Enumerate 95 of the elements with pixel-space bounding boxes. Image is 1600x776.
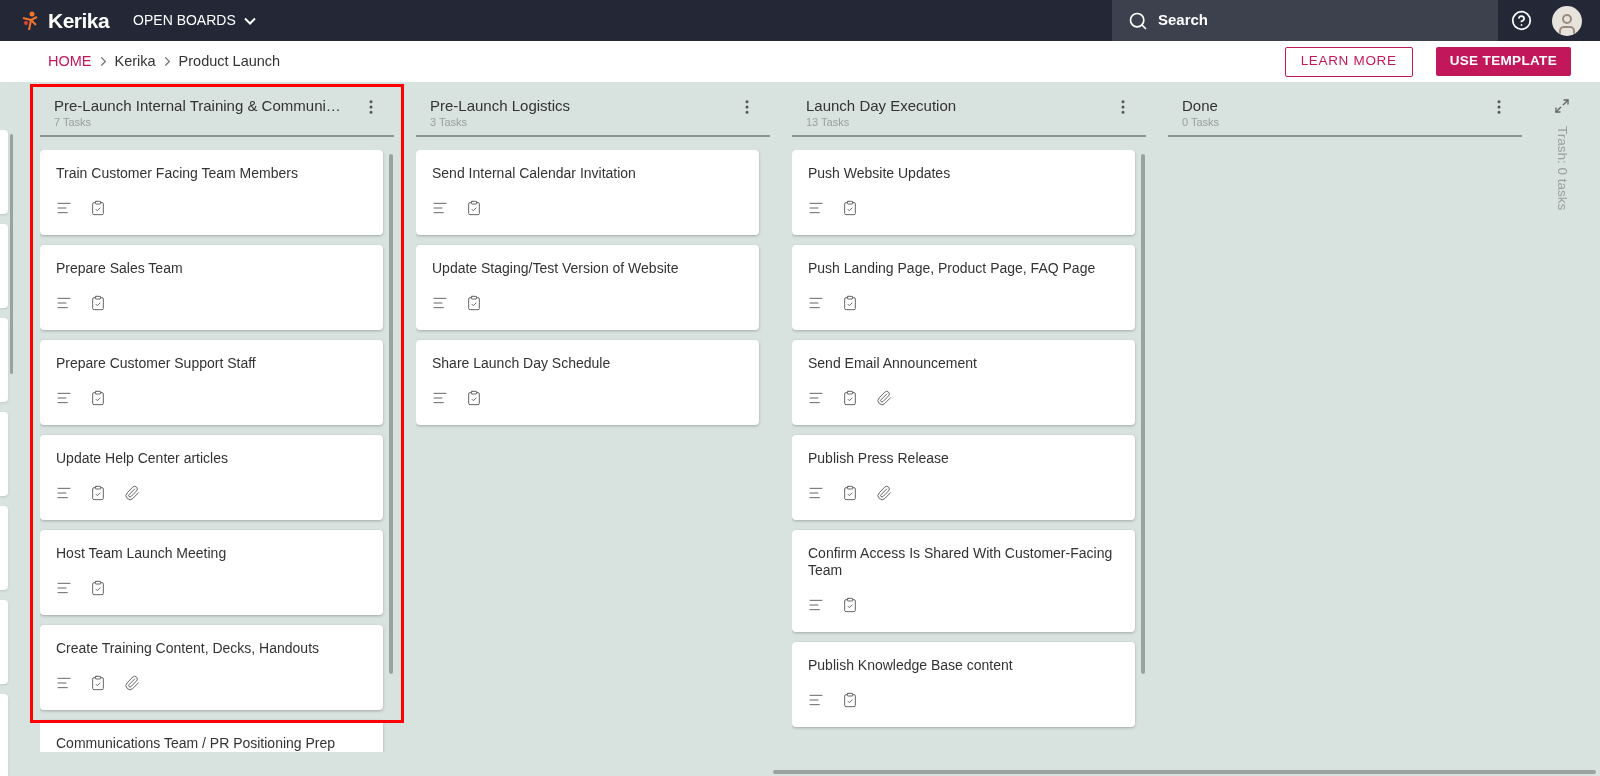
task-card[interactable]: Push Website Updates bbox=[792, 150, 1135, 235]
checklist-icon bbox=[90, 675, 106, 691]
task-title: Publish Press Release bbox=[808, 450, 950, 467]
column-title: Done bbox=[1182, 96, 1219, 116]
task-card[interactable]: Send Email Announcement bbox=[792, 340, 1135, 425]
task-card[interactable]: Prepare Sales Team bbox=[40, 245, 383, 330]
checklist-icon bbox=[842, 485, 858, 501]
description-icon bbox=[808, 485, 824, 501]
task-card[interactable] bbox=[0, 318, 8, 402]
task-card[interactable] bbox=[0, 600, 8, 684]
logo-icon bbox=[20, 9, 40, 32]
task-title: Publish Knowledge Base content bbox=[808, 657, 1014, 674]
description-icon bbox=[808, 295, 824, 311]
checklist-icon bbox=[90, 485, 106, 501]
checklist-icon bbox=[842, 200, 858, 216]
column-title: Pre-Launch Logistics bbox=[430, 96, 571, 116]
task-count: 7 Tasks bbox=[54, 116, 93, 129]
checklist-icon bbox=[842, 597, 858, 613]
task-card[interactable]: Update Staging/Test Version of Website bbox=[416, 245, 759, 330]
task-card[interactable] bbox=[0, 506, 8, 590]
checklist-icon bbox=[842, 295, 858, 311]
task-title: Push Website Updates bbox=[808, 165, 952, 182]
horizontal-scrollbar[interactable] bbox=[773, 770, 1596, 774]
description-icon bbox=[56, 200, 72, 216]
description-icon bbox=[56, 580, 72, 596]
task-title: Send Email Announcement bbox=[808, 355, 978, 372]
breadcrumb-item[interactable]: HOME bbox=[48, 50, 92, 73]
task-card[interactable]: Host Team Launch Meeting bbox=[40, 530, 383, 615]
task-title: Update Help Center articles bbox=[56, 450, 229, 467]
scrollbar-thumb[interactable] bbox=[389, 154, 393, 674]
task-card[interactable]: Share Launch Day Schedule bbox=[416, 340, 759, 425]
logo-text: Kerika bbox=[48, 7, 110, 34]
task-card[interactable] bbox=[0, 694, 8, 776]
search-field[interactable]: Search bbox=[1158, 9, 1482, 32]
task-title: Prepare Sales Team bbox=[56, 260, 184, 277]
chevron-down-icon bbox=[243, 16, 256, 25]
task-card[interactable]: Update Help Center articles bbox=[40, 435, 383, 520]
description-icon bbox=[56, 675, 72, 691]
checklist-icon bbox=[90, 200, 106, 216]
task-card[interactable]: Publish Press Release bbox=[792, 435, 1135, 520]
use-template-button[interactable]: USE TEMPLATE bbox=[1435, 47, 1571, 76]
scrollbar-thumb[interactable] bbox=[1141, 154, 1145, 674]
task-title: Send Internal Calendar Invitation bbox=[432, 165, 637, 182]
checklist-icon bbox=[842, 692, 858, 708]
description-icon bbox=[808, 390, 824, 406]
description-icon bbox=[56, 390, 72, 406]
open-boards-menu[interactable]: OPEN BOARDS bbox=[133, 10, 256, 31]
avatar[interactable] bbox=[1552, 5, 1582, 36]
description-icon bbox=[432, 200, 448, 216]
checklist-icon bbox=[466, 390, 482, 406]
task-title: Create Training Content, Decks, Handouts bbox=[56, 640, 321, 657]
breadcrumb-item: Kerika bbox=[114, 51, 156, 71]
task-title: Train Customer Facing Team Members bbox=[56, 165, 299, 182]
task-title: Communications Team / PR Positioning Prep bbox=[56, 735, 337, 752]
task-card[interactable]: Train Customer Facing Team Members bbox=[40, 150, 383, 235]
description-icon bbox=[432, 390, 448, 406]
task-card[interactable]: Prepare Customer Support Staff bbox=[40, 340, 383, 425]
column-title: Launch Day Execution bbox=[806, 96, 957, 116]
checklist-icon bbox=[466, 200, 482, 216]
task-title: Share Launch Day Schedule bbox=[432, 355, 612, 372]
task-title: Update Staging/Test Version of Website bbox=[432, 260, 680, 277]
search-bar[interactable]: Search bbox=[1112, 0, 1498, 41]
description-icon bbox=[56, 295, 72, 311]
task-count: 13 Tasks bbox=[806, 116, 851, 129]
description-icon bbox=[56, 485, 72, 501]
checklist-icon bbox=[90, 390, 106, 406]
breadcrumb-item: Product Launch bbox=[178, 51, 281, 71]
task-card[interactable] bbox=[0, 130, 8, 214]
search-icon bbox=[1128, 10, 1148, 31]
task-count: 3 Tasks bbox=[430, 116, 469, 129]
learn-more-button[interactable]: LEARN MORE bbox=[1284, 46, 1413, 77]
task-card[interactable]: Push Landing Page, Product Page, FAQ Page bbox=[792, 245, 1135, 330]
help-icon[interactable] bbox=[1511, 10, 1532, 31]
checklist-icon bbox=[90, 580, 106, 596]
task-card[interactable] bbox=[0, 224, 8, 308]
task-count: 0 Tasks bbox=[1182, 116, 1220, 129]
checklist-icon bbox=[466, 295, 482, 311]
task-card[interactable]: Send Internal Calendar Invitation bbox=[416, 150, 759, 235]
task-card[interactable]: Publish Knowledge Base content bbox=[792, 642, 1135, 727]
checklist-icon bbox=[842, 390, 858, 406]
task-title: Host Team Launch Meeting bbox=[56, 545, 228, 562]
expand-icon[interactable] bbox=[1554, 98, 1571, 114]
description-icon bbox=[808, 200, 824, 216]
task-card[interactable]: Create Training Content, Decks, Handouts bbox=[40, 625, 383, 710]
task-title: Push Landing Page, Product Page, FAQ Page bbox=[808, 260, 1097, 277]
checklist-icon bbox=[90, 295, 106, 311]
task-title: Confirm Access Is Shared With Customer-Facing Team bbox=[808, 545, 1114, 579]
task-card[interactable] bbox=[0, 412, 8, 496]
column-title: Pre-Launch Internal Training & Communi… bbox=[54, 96, 341, 116]
description-icon bbox=[808, 692, 824, 708]
scrollbar-thumb[interactable] bbox=[10, 134, 13, 374]
description-icon bbox=[432, 295, 448, 311]
description-icon bbox=[808, 597, 824, 613]
task-title: Prepare Customer Support Staff bbox=[56, 355, 257, 372]
task-card[interactable]: Confirm Access Is Shared With Customer-Facing Team bbox=[792, 530, 1135, 632]
